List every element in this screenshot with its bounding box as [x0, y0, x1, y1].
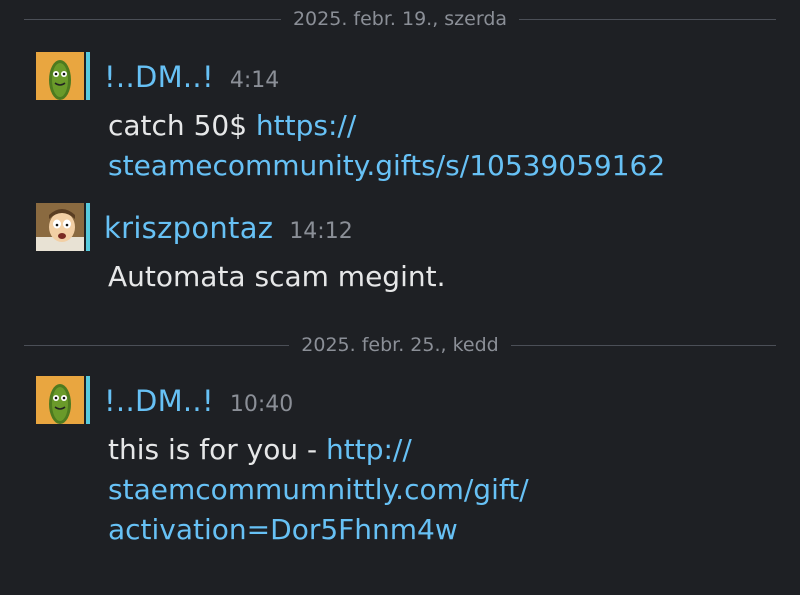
message-body: Automata scam megint.	[108, 257, 776, 297]
divider-line	[519, 18, 776, 20]
message-text: Automata scam megint.	[108, 260, 446, 293]
message-group: kriszpontaz 14:12 Automata scam megint.	[36, 203, 776, 297]
pickle-avatar-image	[36, 376, 84, 424]
message-link[interactable]: steamecommunity.gifts/s/10539059162	[108, 149, 665, 182]
username[interactable]: !..DM..!	[104, 60, 214, 94]
pickle-avatar-image	[36, 52, 84, 100]
message-text: this is for you -	[108, 433, 327, 466]
status-bar	[86, 203, 90, 251]
message-group: !..DM..! 10:40 this is for you - http://…	[36, 376, 776, 550]
message-text: catch 50$	[108, 109, 256, 142]
timestamp: 10:40	[229, 391, 294, 417]
pickle-avatar[interactable]	[36, 376, 90, 426]
message-link[interactable]: staemcommumnittly.com/gift/	[108, 473, 529, 506]
message-header: !..DM..! 4:14	[36, 52, 776, 102]
chat-history: 2025. febr. 19., szerda !..DM..! 4:14 ca…	[0, 0, 800, 595]
status-bar	[86, 52, 90, 100]
pickle-avatar[interactable]	[36, 52, 90, 102]
cartoon-man-avatar[interactable]	[36, 203, 90, 253]
message-body: catch 50$ https:// steamecommunity.gifts…	[108, 106, 776, 186]
message-header: !..DM..! 10:40	[36, 376, 776, 426]
cartoon-man-avatar-image	[36, 203, 84, 251]
date-divider-label: 2025. febr. 19., szerda	[292, 8, 508, 30]
message-link[interactable]: activation=Dor5Fhnm4w	[108, 513, 458, 546]
message-link[interactable]: https://	[256, 109, 356, 142]
divider-line	[24, 344, 290, 346]
divider-line	[510, 344, 777, 346]
username[interactable]: kriszpontaz	[104, 211, 273, 245]
date-divider: 2025. febr. 25., kedd	[24, 334, 777, 356]
divider-line	[24, 18, 281, 20]
message-link[interactable]: http://	[326, 433, 412, 466]
message-header: kriszpontaz 14:12	[36, 203, 776, 253]
username[interactable]: !..DM..!	[104, 384, 214, 418]
message-body: this is for you - http:// staemcommumnit…	[108, 430, 776, 550]
timestamp: 14:12	[289, 218, 353, 244]
date-divider: 2025. febr. 19., szerda	[24, 8, 776, 30]
date-divider-label: 2025. febr. 25., kedd	[301, 334, 499, 356]
message-group: !..DM..! 4:14 catch 50$ https:// steamec…	[36, 52, 776, 186]
timestamp: 4:14	[229, 67, 280, 93]
status-bar	[86, 376, 90, 424]
